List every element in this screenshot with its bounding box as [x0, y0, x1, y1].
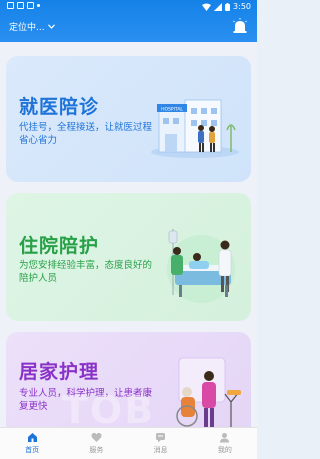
nav-label: 首页 [25, 446, 40, 454]
location-label: 定位中... [9, 23, 45, 33]
location-selector[interactable]: 定位中... [9, 20, 55, 33]
status-right: 3:50 [202, 2, 251, 11]
dot-icon [37, 4, 40, 7]
nav-item-home[interactable]: 首页 [0, 428, 64, 459]
top-bar: 3:50 定位中... [0, 0, 257, 42]
nav-item-messages[interactable]: 消息 [129, 428, 193, 459]
nav-label: 我的 [217, 446, 232, 454]
wifi-icon [202, 3, 212, 11]
hospital-illustration: HOSPITAL [151, 99, 239, 158]
service-card-home-nursing[interactable]: 居家护理 专业人员，科学护理，让患者康复更快 [6, 332, 251, 427]
battery-icon [225, 2, 231, 11]
service-card-medical-escort[interactable]: 就医陪诊 代挂号，全程接送，让就医过程省心省力 HOSPITAL [6, 56, 251, 182]
notification-icon [27, 2, 34, 9]
card-title: 居家护理 [19, 361, 100, 383]
service-card-inpatient-care[interactable]: 住院陪护 为您安排经验丰富，态度良好的陪护人员 [6, 193, 251, 321]
hospital-sign: HOSPITAL [161, 107, 183, 113]
card-title: 住院陪护 [19, 235, 100, 257]
user-icon [220, 433, 230, 443]
signal-icon [214, 2, 223, 11]
nav-label: 服务 [89, 446, 104, 454]
nav-item-service[interactable]: 服务 [64, 428, 128, 459]
status-notification-icons [7, 2, 40, 9]
heart-icon [91, 432, 102, 442]
card-description: 专业人员，科学护理，让患者康复更快 [19, 388, 153, 412]
home-icon [27, 433, 37, 442]
chevron-down-icon [47, 24, 55, 29]
nav-item-profile[interactable]: 我的 [193, 428, 257, 459]
alarm-light-icon[interactable] [232, 18, 248, 34]
notification-icon [17, 2, 24, 9]
status-bar: 3:50 [0, 0, 257, 14]
nav-label: 消息 [153, 446, 168, 454]
notification-icon [7, 2, 14, 9]
card-title: 就医陪诊 [19, 96, 100, 118]
home-nursing-illustration [176, 357, 241, 427]
card-description: 为您安排经验丰富，态度良好的陪护人员 [19, 260, 153, 284]
status-time: 3:50 [233, 2, 251, 11]
inpatient-care-illustration [167, 229, 235, 303]
card-description: 代挂号，全程接送，让就医过程省心省力 [19, 122, 153, 146]
home-content: 就医陪诊 代挂号，全程接送，让就医过程省心省力 HOSPITAL 住院陪护 为您… [0, 42, 257, 427]
message-icon [156, 433, 166, 443]
bottom-navigation: 首页 服务 消息 我的 [0, 427, 257, 459]
